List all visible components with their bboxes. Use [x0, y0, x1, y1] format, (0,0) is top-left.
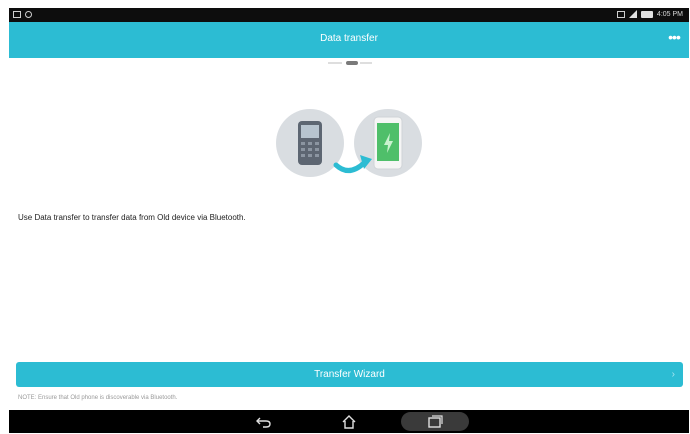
- back-icon: [256, 417, 271, 428]
- transfer-wizard-button[interactable]: Transfer Wizard ›: [16, 362, 683, 387]
- page-title: Data transfer: [320, 33, 378, 44]
- signal-icon: [628, 10, 637, 18]
- status-left-icons: [13, 11, 32, 18]
- more-button[interactable]: •••: [665, 29, 683, 48]
- back-button[interactable]: [234, 412, 294, 431]
- chevron-right-icon: ›: [671, 369, 675, 380]
- notification-icon-2: [25, 11, 32, 18]
- sim-icon: [616, 10, 625, 18]
- home-icon: [342, 414, 356, 429]
- note-text: NOTE: Ensure that Old phone is discovera…: [18, 395, 178, 401]
- notification-icon: [13, 11, 21, 18]
- status-time: 4:05 PM: [656, 10, 683, 18]
- description-text: Use Data transfer to transfer data from …: [18, 213, 246, 222]
- old-phone-icon: [276, 109, 344, 177]
- recent-apps-icon: [428, 415, 443, 428]
- status-right-icons: 4:05 PM: [616, 10, 683, 18]
- transfer-wizard-label: Transfer Wizard: [314, 369, 385, 380]
- transfer-illustration: [276, 109, 422, 177]
- recent-apps-button[interactable]: [401, 412, 469, 431]
- app-bar: Data transfer •••: [9, 22, 689, 58]
- status-bar: 4:05 PM: [9, 8, 689, 22]
- screen: 4:05 PM Data transfer ••• Use Data trans…: [9, 8, 689, 433]
- home-button[interactable]: [319, 412, 379, 431]
- battery-icon: [640, 10, 653, 18]
- navigation-bar: [9, 410, 689, 433]
- pull-handle-icon: [328, 61, 372, 65]
- more-icon: •••: [668, 29, 681, 45]
